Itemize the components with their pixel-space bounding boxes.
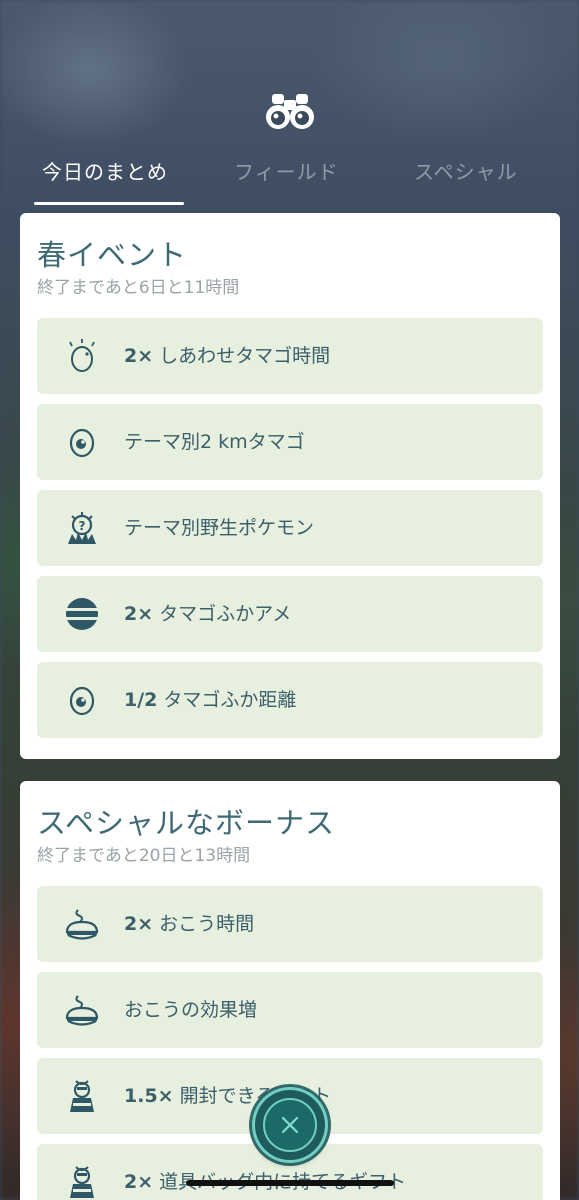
bonus-item[interactable]: 1/2 タマゴふか距離	[37, 662, 543, 738]
tab-special[interactable]: スペシャル	[414, 156, 518, 185]
bonus-item[interactable]: 2× しあわせタマゴ時間	[37, 318, 543, 394]
bonus-item[interactable]: ? テーマ別野生ポケモン	[37, 490, 543, 566]
bonus-label: 2× 道具バッグ内に持てるギフト	[124, 1171, 406, 1193]
bonus-item[interactable]: 2× おこう時間	[37, 886, 543, 962]
card-subtitle: 終了まであと6日と11時間	[37, 278, 240, 298]
bonus-label: テーマ別2 kmタマゴ	[124, 431, 305, 453]
egg-sparkle-icon	[69, 339, 95, 372]
gift-icon	[70, 1166, 94, 1198]
close-icon	[281, 1116, 299, 1134]
tab-summary[interactable]: 今日のまとめ	[42, 156, 168, 185]
home-indicator	[186, 1180, 394, 1186]
bonus-label: 2× しあわせタマゴ時間	[124, 345, 331, 367]
egg-icon	[69, 428, 95, 458]
event-card-spring: 春イベント 終了まであと6日と11時間 2× しあわせタマゴ時間 テーマ別2 k…	[20, 213, 560, 759]
bonus-label: おこうの効果増	[124, 999, 258, 1021]
close-button-inner	[263, 1098, 317, 1152]
bonus-label: 1/2 タマゴふか距離	[124, 689, 297, 711]
wild-pokemon-icon: ?	[68, 512, 96, 544]
card-title: スペシャルなボーナス	[37, 806, 335, 840]
tab-field[interactable]: フィールド	[234, 156, 339, 185]
close-button[interactable]	[255, 1090, 325, 1160]
card-subtitle: 終了まであと20日と13時間	[37, 846, 251, 866]
bonus-item[interactable]: テーマ別2 kmタマゴ	[37, 404, 543, 480]
incense-icon	[65, 909, 99, 940]
card-title: 春イベント	[37, 238, 188, 272]
tab-bar: 今日のまとめ フィールド スペシャル	[0, 150, 579, 208]
bonus-item[interactable]: おこうの効果増	[37, 972, 543, 1048]
gift-icon	[70, 1080, 94, 1112]
bonus-label: 2× タマゴふかアメ	[124, 603, 292, 625]
bonus-list: 2× しあわせタマゴ時間 テーマ別2 kmタマゴ ? テーマ別野生ポケモン 2×…	[37, 318, 543, 738]
egg-icon	[69, 686, 95, 716]
incense-icon	[65, 995, 99, 1026]
binoculars-icon	[266, 94, 314, 129]
bonus-item[interactable]: 2× タマゴふかアメ	[37, 576, 543, 652]
svg-text:?: ?	[79, 519, 86, 533]
active-tab-indicator	[34, 202, 184, 205]
bonus-label: 2× おこう時間	[124, 913, 255, 935]
candy-icon	[66, 598, 98, 630]
bonus-label: テーマ別野生ポケモン	[124, 517, 315, 539]
